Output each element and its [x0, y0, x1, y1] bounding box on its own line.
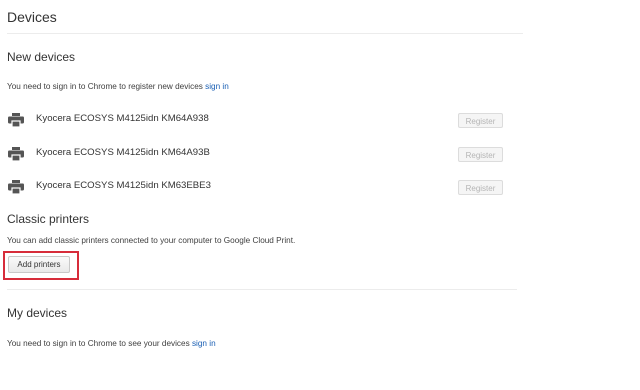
- register-button[interactable]: Register: [458, 180, 503, 195]
- page-title: Devices: [7, 9, 57, 25]
- printer-name: Kyocera ECOSYS M4125idn KM64A93B: [36, 147, 210, 158]
- classic-printers-heading: Classic printers: [7, 212, 90, 226]
- add-printers-button[interactable]: Add printers: [8, 256, 70, 273]
- printer-name: Kyocera ECOSYS M4125idn KM63EBE3: [36, 180, 211, 191]
- new-devices-heading: New devices: [7, 50, 76, 64]
- new-devices-sign-in-link[interactable]: sign in: [205, 82, 229, 91]
- my-devices-note-text: You need to sign in to Chrome to see you…: [7, 339, 190, 348]
- printer-name: Kyocera ECOSYS M4125idn KM64A938: [36, 113, 209, 124]
- register-button[interactable]: Register: [458, 147, 503, 162]
- my-devices-sign-in-link[interactable]: sign in: [192, 339, 216, 348]
- section-divider: [7, 289, 517, 290]
- classic-printers-note: You can add classic printers connected t…: [7, 236, 296, 245]
- printer-icon: [8, 147, 24, 161]
- new-devices-note-text: You need to sign in to Chrome to registe…: [7, 82, 203, 91]
- my-devices-note: You need to sign in to Chrome to see you…: [7, 339, 216, 348]
- printer-icon: [8, 113, 24, 127]
- header-divider: [7, 33, 523, 34]
- printer-icon: [8, 180, 24, 194]
- new-devices-note: You need to sign in to Chrome to registe…: [7, 82, 229, 91]
- my-devices-heading: My devices: [7, 306, 68, 320]
- register-button[interactable]: Register: [458, 113, 503, 128]
